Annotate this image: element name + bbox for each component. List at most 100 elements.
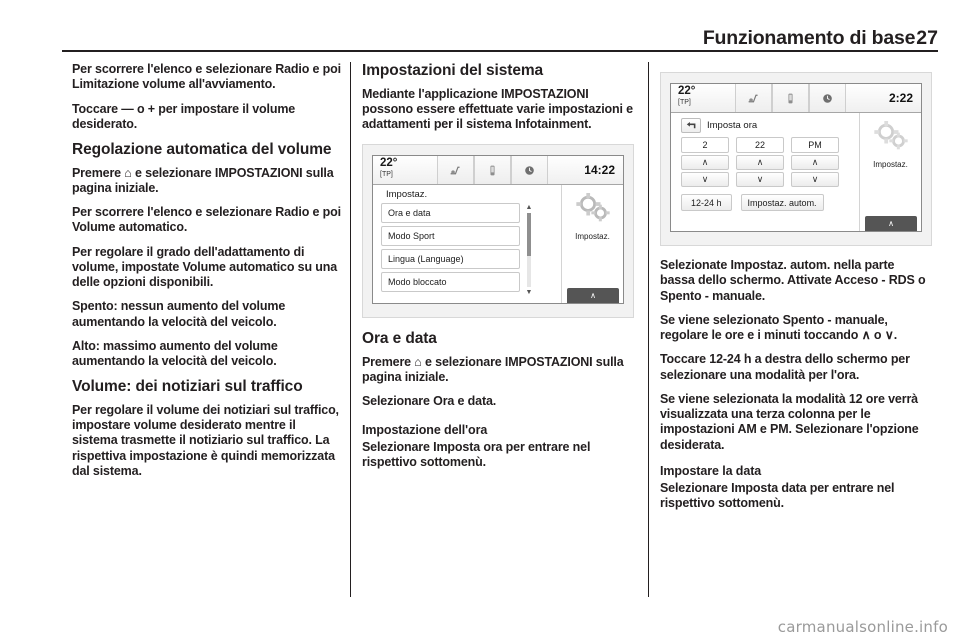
status-bar-clock: 22° [TP] 2:22 — [671, 84, 921, 113]
heading-time-date: Ora e data — [362, 330, 437, 348]
ampm-stepper: PM ∧ ∨ — [791, 137, 839, 189]
settings-list-wrapper: Ora e data Modo Sport Lingua (Language) … — [381, 203, 559, 296]
page-header: Funzionamento di base 27 — [62, 22, 938, 52]
column-divider-1 — [350, 62, 351, 597]
time-stepper-group: 2 ∧ ∨ 22 ∧ ∨ PM ∧ ∨ — [681, 137, 857, 189]
hour-up-button[interactable]: ∧ — [681, 155, 729, 170]
heading-traffic-volume: Volume: dei notiziari sul traffico — [72, 378, 303, 396]
list-item-ora-e-data[interactable]: Ora e data — [381, 203, 520, 224]
minute-stepper: 22 ∧ ∨ — [736, 137, 784, 189]
screen-body-clock: Imposta ora 2 ∧ ∨ 22 ∧ ∨ PM ∧ ∨ 12-24 h … — [671, 113, 921, 231]
paragraph-set-time-body: Selezionare Imposta ora per entrare nel … — [362, 439, 591, 470]
ampm-value: PM — [791, 137, 839, 153]
settings-list-panel: Impostaz. Ora e data Modo Sport Lingua (… — [373, 185, 561, 303]
minute-down-button[interactable]: ∨ — [736, 172, 784, 187]
paragraph-settings-intro: Mediante l'applicazione IMPOSTAZIONI pos… — [362, 86, 633, 132]
temperature-value-clock: 22° — [678, 85, 696, 97]
paragraph-press-home-1: Premere ⌂ e selezionare IMPOSTAZIONI sul… — [72, 165, 334, 195]
time-format-button[interactable]: 12-24 h — [681, 194, 732, 211]
clock-option-buttons: 12-24 h Impostaz. autom. — [681, 194, 857, 211]
phone-icon[interactable] — [772, 84, 809, 112]
clock-set-panel: Imposta ora 2 ∧ ∨ 22 ∧ ∨ PM ∧ ∨ 12-24 h … — [671, 113, 859, 231]
status-icon-group — [437, 156, 548, 185]
list-scrollbar[interactable]: ▲ ▼ — [524, 204, 534, 296]
status-bar: 22° [TP] 14:22 — [373, 156, 623, 186]
clock-screen-title: Imposta ora — [707, 120, 758, 131]
tp-indicator-clock: [TP] — [678, 98, 691, 106]
tp-indicator: [TP] — [380, 170, 393, 178]
paragraph-12-24: Toccare 12-24 h a destra dello schermo p… — [660, 352, 910, 382]
paragraph-select-auto: Selezionate Impostaz. autom. nella parte… — [660, 258, 926, 303]
list-item-modo-sport[interactable]: Modo Sport — [381, 226, 520, 247]
page-number: 27 — [916, 26, 938, 49]
paragraph-adjust-degree: Per regolare il grado dell'adattamento d… — [72, 244, 338, 290]
back-arrow-icon[interactable] — [681, 118, 701, 133]
hour-stepper: 2 ∧ ∨ — [681, 137, 729, 189]
temperature-display-clock: 22° [TP] — [671, 84, 735, 112]
paragraph-traffic-body: Per regolare il volume dei notiziari sul… — [72, 402, 339, 478]
clock-side-panel: Impostaz. ∧ — [859, 113, 921, 231]
status-bar-spacer — [548, 156, 584, 184]
list-item-lingua[interactable]: Lingua (Language) — [381, 249, 520, 270]
paragraph-select-time-date: Selezionare Ora e data. — [362, 394, 497, 409]
manual-page: Funzionamento di base 27 Per scorrere l'… — [0, 0, 960, 642]
phone-icon[interactable] — [474, 156, 511, 185]
status-icon-group-clock — [735, 84, 846, 112]
page-title: Funzionamento di base — [702, 26, 916, 49]
scroll-up-icon[interactable]: ▲ — [526, 204, 533, 211]
minute-up-button[interactable]: ∧ — [736, 155, 784, 170]
expand-tab-button[interactable]: ∧ — [567, 288, 619, 304]
column-divider-2 — [648, 62, 649, 597]
column-three: 22° [TP] 2:22 Imposta ora 2 ∧ ∨ 22 ∧ ∨ P… — [660, 62, 932, 521]
infotainment-screen-clock: 22° [TP] 2:22 Imposta ora 2 ∧ ∨ 22 ∧ ∨ P… — [670, 83, 922, 232]
menu-title: Impostaz. — [386, 189, 428, 201]
paragraph-touch-minus-plus: Toccare — o + per impostare il volume de… — [72, 101, 296, 131]
ampm-up-button[interactable]: ∧ — [791, 155, 839, 170]
paragraph-manual-mode: Se viene selezionato Spento - manuale, r… — [660, 312, 898, 342]
clock-icon[interactable] — [511, 156, 548, 185]
audio-source-icon[interactable] — [437, 156, 474, 185]
infotainment-screen-settings: 22° [TP] 14:22 Impostaz. Ora e data Modo… — [372, 155, 624, 305]
hour-down-button[interactable]: ∨ — [681, 172, 729, 187]
temperature-display: 22° [TP] — [373, 156, 437, 184]
minute-value: 22 — [736, 137, 784, 153]
expand-tab-button-clock[interactable]: ∧ — [865, 216, 917, 231]
clock-display: 14:22 — [584, 163, 615, 178]
paragraph-am-pm: Se viene selezionata la modalità 12 ore … — [660, 391, 919, 452]
paragraph-scroll-auto: Per scorrere l'elenco e selezionare Radi… — [72, 205, 341, 235]
scrollbar-thumb[interactable] — [527, 213, 531, 257]
clock-icon[interactable] — [809, 84, 846, 112]
screen-body-settings: Impostaz. Ora e data Modo Sport Lingua (… — [373, 185, 623, 304]
clock-side-panel-label: Impostaz. — [873, 160, 908, 169]
gears-icon — [573, 191, 613, 230]
heading-auto-volume: Regolazione automatica del volume — [72, 141, 332, 158]
column-one: Per scorrere l'elenco e selezionare Radi… — [72, 62, 344, 488]
scrollbar-track[interactable] — [527, 213, 531, 288]
clock-header-row: Imposta ora — [681, 118, 857, 133]
paragraph-off-option: Spento: nessun aumento del volume aument… — [72, 299, 286, 329]
temperature-value: 22° — [380, 157, 398, 170]
paragraph-set-date-body: Selezionare Imposta data per entrare nel… — [660, 481, 895, 511]
heading-system-settings: Impostazioni del sistema — [362, 62, 544, 79]
column-two: Impostazioni del sistema Mediante l'appl… — [362, 62, 634, 479]
settings-side-panel: Impostaz. ∧ — [561, 185, 623, 304]
status-bar-spacer-clock — [846, 84, 889, 112]
paragraph-high-option: Alto: massimo aumento del volume aumenta… — [72, 338, 278, 369]
side-panel-label: Impostaz. — [575, 232, 610, 242]
paragraph-scroll-radio: Per scorrere l'elenco e selezionare Radi… — [72, 62, 341, 92]
hour-value: 2 — [681, 137, 729, 153]
heading-set-date: Impostare la data — [660, 463, 762, 478]
heading-set-time: Impostazione dell'ora — [362, 422, 488, 437]
ampm-down-button[interactable]: ∨ — [791, 172, 839, 187]
screenshot-clock-set: 22° [TP] 2:22 Imposta ora 2 ∧ ∨ 22 ∧ ∨ P… — [660, 72, 932, 246]
clock-display-clock: 2:22 — [888, 91, 913, 105]
list-item-modo-bloccato[interactable]: Modo bloccato — [381, 272, 520, 293]
gears-icon — [871, 119, 911, 158]
settings-list: Ora e data Modo Sport Lingua (Language) … — [381, 203, 520, 296]
audio-source-icon[interactable] — [735, 84, 772, 112]
screenshot-settings-menu: 22° [TP] 14:22 Impostaz. Ora e data Modo… — [362, 144, 634, 319]
watermark: carmanualsonline.info — [777, 618, 948, 636]
paragraph-press-home-2: Premere ⌂ e selezionare IMPOSTAZIONI sul… — [362, 354, 624, 385]
auto-settings-button[interactable]: Impostaz. autom. — [740, 194, 824, 211]
scroll-down-icon[interactable]: ▼ — [526, 289, 533, 296]
